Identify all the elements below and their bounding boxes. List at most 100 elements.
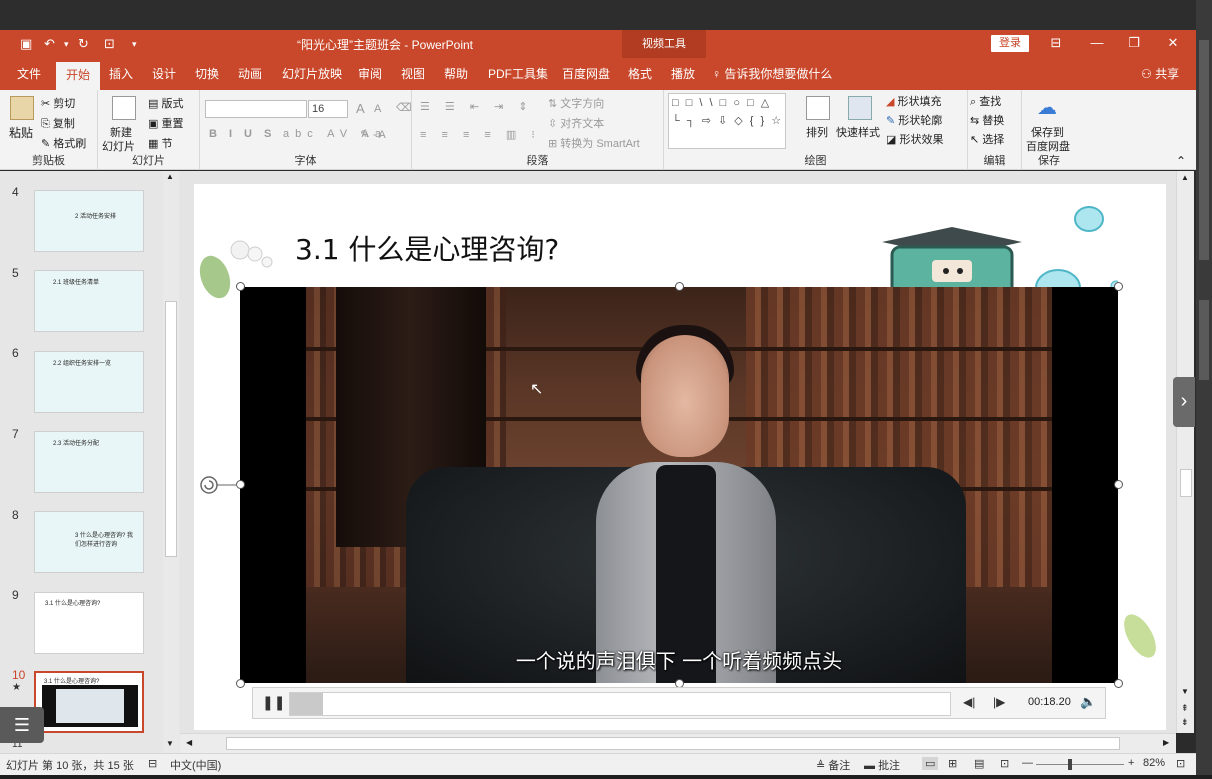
slide-title[interactable]: 3.1 什么是心理咨询? — [295, 228, 559, 268]
font-size-combo[interactable]: 16 — [308, 100, 348, 118]
login-button[interactable]: 登录 — [991, 35, 1029, 52]
arrange-button[interactable]: 排列 — [806, 124, 828, 140]
scroll-up-icon[interactable]: ▲ — [166, 172, 174, 181]
slide-thumbnail[interactable]: 2.3 活动任务分配 — [34, 431, 144, 493]
maximize-icon[interactable]: ❐ — [1124, 35, 1144, 51]
tab-baidu-netdisk[interactable]: 百度网盘 — [562, 58, 610, 90]
find-button[interactable]: ⌕ 查找 — [970, 93, 1001, 109]
tab-insert[interactable]: 插入 — [109, 58, 133, 90]
language[interactable]: 中文(中国) — [170, 757, 221, 773]
tab-animations[interactable]: 动画 — [238, 58, 262, 90]
resize-handle[interactable] — [1114, 679, 1123, 688]
vertical-scroll-thumb[interactable] — [1180, 469, 1192, 497]
align-buttons-row[interactable]: ≡ ≡ ≡ ≡ ▥ ⁝ — [420, 128, 541, 141]
shapes-gallery[interactable]: □ □ \ \ □ ○ □ △ └ ┐ ⇨ ⇩ ◇ { } ☆ — [668, 93, 786, 149]
scroll-left-icon[interactable]: ◀ — [186, 738, 192, 747]
horizontal-scroll-thumb[interactable] — [226, 737, 1120, 750]
tab-format[interactable]: 格式 — [628, 58, 652, 90]
grow-font-button[interactable]: A — [356, 101, 365, 116]
text-direction-button[interactable]: ⇅ 文字方向 — [548, 95, 604, 111]
layout-button[interactable]: ▤ 版式 — [148, 95, 183, 111]
resize-handle[interactable] — [236, 282, 245, 291]
smartart-button[interactable]: ⊞ 转换为 SmartArt — [548, 135, 640, 151]
outline-list-icon[interactable]: ☰ — [0, 707, 44, 743]
shrink-font-button[interactable]: A — [374, 103, 381, 115]
scroll-down-icon[interactable]: ▼ — [166, 739, 174, 748]
comments-button[interactable]: ▬ 批注 — [864, 757, 900, 773]
step-back-icon[interactable]: ◀| — [963, 695, 975, 709]
scroll-down-icon[interactable]: ▼ — [1181, 687, 1189, 696]
media-progress-bar[interactable] — [289, 692, 951, 716]
tab-file[interactable]: 文件 — [17, 58, 41, 90]
zoom-in-icon[interactable]: + — [1128, 757, 1134, 769]
tab-design[interactable]: 设计 — [152, 58, 176, 90]
resize-handle[interactable] — [1114, 282, 1123, 291]
font-color-button[interactable]: ✎ · A — [360, 128, 386, 141]
reading-view-icon[interactable]: ▤ — [974, 757, 984, 770]
copy-button[interactable]: ⎘ 复制 — [41, 115, 75, 131]
side-panel-chevron-icon[interactable]: › — [1173, 377, 1195, 427]
thumbnails-scroll-thumb[interactable] — [165, 301, 177, 557]
pause-icon[interactable]: ❚❚ — [262, 694, 285, 711]
tab-pdf-tools[interactable]: PDF工具集 — [488, 58, 548, 90]
rotate-handle[interactable] — [200, 474, 236, 496]
cut-button[interactable]: ✂ 剪切 — [41, 95, 75, 111]
notes-button[interactable]: ≜ 备注 — [816, 757, 850, 773]
slide-thumbnail[interactable]: 3.1 什么是心理咨询? — [34, 592, 144, 654]
format-painter-button[interactable]: ✎ 格式刷 — [41, 135, 86, 151]
slide-thumbnail[interactable]: 2.1 班级任务清单 — [34, 270, 144, 332]
collapse-ribbon-icon[interactable]: ⌃ — [1176, 154, 1186, 168]
slide-thumbnail[interactable]: 3 什么是心理咨询? 我们怎样进行咨询 — [34, 511, 144, 573]
reset-button[interactable]: ▣ 重置 — [148, 115, 183, 131]
close-icon[interactable]: ✕ — [1163, 35, 1183, 51]
resize-handle[interactable] — [1114, 480, 1123, 489]
horizontal-scrollbar[interactable]: ◀ ▶ — [180, 733, 1176, 753]
paste-button[interactable]: 粘贴 — [9, 124, 33, 141]
slideshow-view-icon[interactable]: ⊡ — [1000, 757, 1009, 770]
format-buttons-row[interactable]: BIUS — [209, 128, 283, 140]
clear-format-icon[interactable]: ⌫ — [396, 101, 412, 114]
slide-sorter-icon[interactable]: ⊞ — [948, 757, 957, 770]
shape-effects-button[interactable]: ◪ 形状效果 — [886, 131, 943, 147]
scroll-right-icon[interactable]: ▶ — [1163, 738, 1169, 747]
tab-review[interactable]: 审阅 — [358, 58, 382, 90]
ribbon-display-options-icon[interactable]: ⊟ — [1046, 35, 1066, 51]
font-name-combo[interactable] — [205, 100, 307, 118]
vertical-scrollbar[interactable]: ▲ ▼ ⇞ ⇟ — [1176, 171, 1194, 733]
shape-fill-button[interactable]: ◢ 形状填充 — [886, 93, 942, 109]
resize-handle[interactable] — [236, 480, 245, 489]
section-button[interactable]: ▦ 节 — [148, 135, 172, 151]
slide-thumbnail[interactable]: 2.2 组织任务安排一览 — [34, 351, 144, 413]
zoom-slider[interactable] — [1036, 764, 1124, 765]
zoom-slider-thumb[interactable] — [1068, 759, 1072, 770]
select-button[interactable]: ↖ 选择 — [970, 131, 1004, 147]
minimize-icon[interactable]: — — [1087, 35, 1107, 50]
step-forward-icon[interactable]: |▶ — [993, 695, 1005, 709]
thumbnails-scrollbar[interactable]: ▲ ▼ — [163, 171, 179, 753]
previous-slide-icon[interactable]: ⇞ — [1181, 703, 1189, 714]
list-buttons-row[interactable]: ☰ ☰ ⇤ ⇥ ⇕ — [420, 100, 534, 113]
slide-thumbnail-selected[interactable]: 3.1 什么是心理咨询? — [34, 671, 144, 733]
align-text-button[interactable]: ⇳ 对齐文本 — [548, 115, 604, 131]
zoom-level[interactable]: 82% — [1143, 757, 1165, 769]
tab-playback[interactable]: 播放 — [671, 58, 695, 90]
share-button[interactable]: ⚇ 共享 — [1141, 58, 1179, 90]
volume-icon[interactable]: 🔈 — [1080, 694, 1096, 710]
video-frame[interactable]: 一个说的声泪俱下 一个听着频频点头 ↖ — [240, 287, 1118, 683]
resize-handle[interactable] — [236, 679, 245, 688]
quick-styles-button[interactable]: 快速样式 — [836, 124, 880, 140]
tab-view[interactable]: 视图 — [401, 58, 425, 90]
spellcheck-icon[interactable]: ⊟ — [148, 757, 157, 770]
tab-help[interactable]: 帮助 — [444, 58, 468, 90]
replace-button[interactable]: ⇆ 替换 — [970, 112, 1004, 128]
slide-thumbnail[interactable]: 2 活动任务安排 — [34, 190, 144, 252]
tab-home[interactable]: 开始 — [56, 62, 101, 90]
tab-slideshow[interactable]: 幻灯片放映 — [282, 58, 342, 90]
fit-to-window-icon[interactable]: ⊡ — [1176, 757, 1185, 770]
next-slide-icon[interactable]: ⇟ — [1181, 717, 1189, 728]
resize-handle[interactable] — [675, 282, 684, 291]
tell-me-box[interactable]: ♀ 告诉我你想要做什么 — [712, 58, 832, 90]
tab-transitions[interactable]: 切换 — [195, 58, 219, 90]
shape-outline-button[interactable]: ✎ 形状轮廓 — [886, 112, 942, 128]
scroll-up-icon[interactable]: ▲ — [1181, 173, 1189, 182]
